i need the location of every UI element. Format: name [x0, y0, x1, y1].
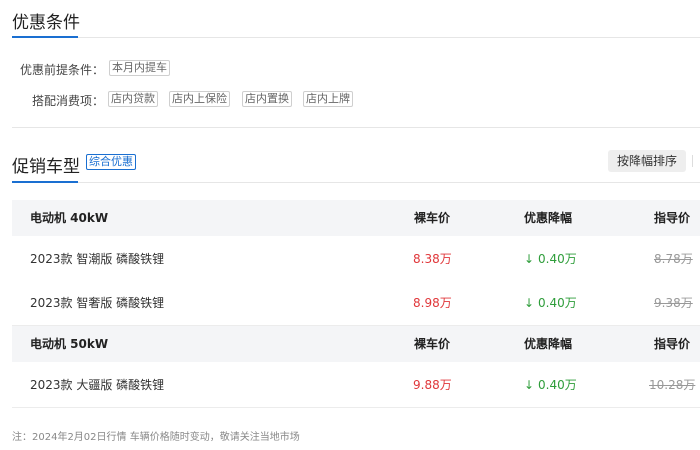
precondition-tag: 本月内提车 [109, 60, 170, 76]
guide-price: 9.38万 [654, 296, 693, 310]
toolbar-divider [692, 155, 693, 167]
naked-price: 8.38万 [413, 252, 452, 266]
model-name[interactable]: 2023款 智潮版 磷酸铁锂 [30, 237, 164, 281]
engine-group-name: 电动机 50kW [30, 337, 109, 351]
bundle-tag: 店内上保险 [169, 91, 230, 107]
model-name[interactable]: 2023款 大疆版 磷酸铁锂 [30, 363, 164, 407]
column-header-price: 裸车价 [414, 337, 451, 351]
engine-group-name: 电动机 40kW [30, 211, 109, 225]
down-arrow-icon: ↓ [524, 378, 535, 392]
section-title-underline [12, 36, 78, 38]
price-drop: 0.40万 [538, 378, 577, 392]
section-divider [12, 182, 700, 183]
sort-by-drop-button[interactable]: 按降幅排序 [608, 150, 686, 172]
column-header-drop: 优惠降幅 [524, 337, 573, 351]
table-row[interactable]: 2023款 智潮版 磷酸铁锂 8.38万 ↓ 0.40万 8.78万 [12, 237, 700, 282]
section-divider [12, 37, 700, 38]
precondition-label: 优惠前提条件： [20, 63, 105, 77]
market-footnote: 注：2024年2月02日行情 车辆价格随时变动，敬请关注当地市场 [12, 432, 300, 443]
naked-price: 9.88万 [413, 378, 452, 392]
column-header-drop: 优惠降幅 [524, 211, 573, 225]
naked-price: 8.98万 [413, 296, 452, 310]
bundle-label: 搭配消费项： [32, 94, 105, 108]
engine-group-header: 电动机 50kW 裸车价 优惠降幅 指导价 [12, 326, 700, 362]
down-arrow-icon: ↓ [524, 296, 535, 310]
promo-section-title: 促销车型 [12, 157, 80, 177]
section-separator [12, 127, 700, 128]
discount-section-title: 优惠条件 [12, 13, 80, 33]
bundle-tag: 店内置换 [242, 91, 292, 107]
column-header-guide: 指导价 [654, 337, 691, 351]
model-name[interactable]: 2023款 智奢版 磷酸铁锂 [30, 281, 164, 325]
section-title-underline [12, 181, 78, 183]
table-row[interactable]: 2023款 大疆版 磷酸铁锂 9.88万 ↓ 0.40万 10.28万 [12, 363, 700, 408]
bundle-tag: 店内上牌 [303, 91, 353, 107]
column-header-guide: 指导价 [654, 211, 691, 225]
guide-price: 10.28万 [649, 378, 696, 392]
table-row[interactable]: 2023款 智奢版 磷酸铁锂 8.98万 ↓ 0.40万 9.38万 [12, 281, 700, 326]
down-arrow-icon: ↓ [524, 252, 535, 266]
price-drop: 0.40万 [538, 296, 577, 310]
bundle-tag: 店内贷款 [108, 91, 158, 107]
overall-discount-tag[interactable]: 综合优惠 [86, 154, 136, 170]
column-header-price: 裸车价 [414, 211, 451, 225]
engine-group-header: 电动机 40kW 裸车价 优惠降幅 指导价 [12, 200, 700, 236]
guide-price: 8.78万 [654, 252, 693, 266]
price-drop: 0.40万 [538, 252, 577, 266]
